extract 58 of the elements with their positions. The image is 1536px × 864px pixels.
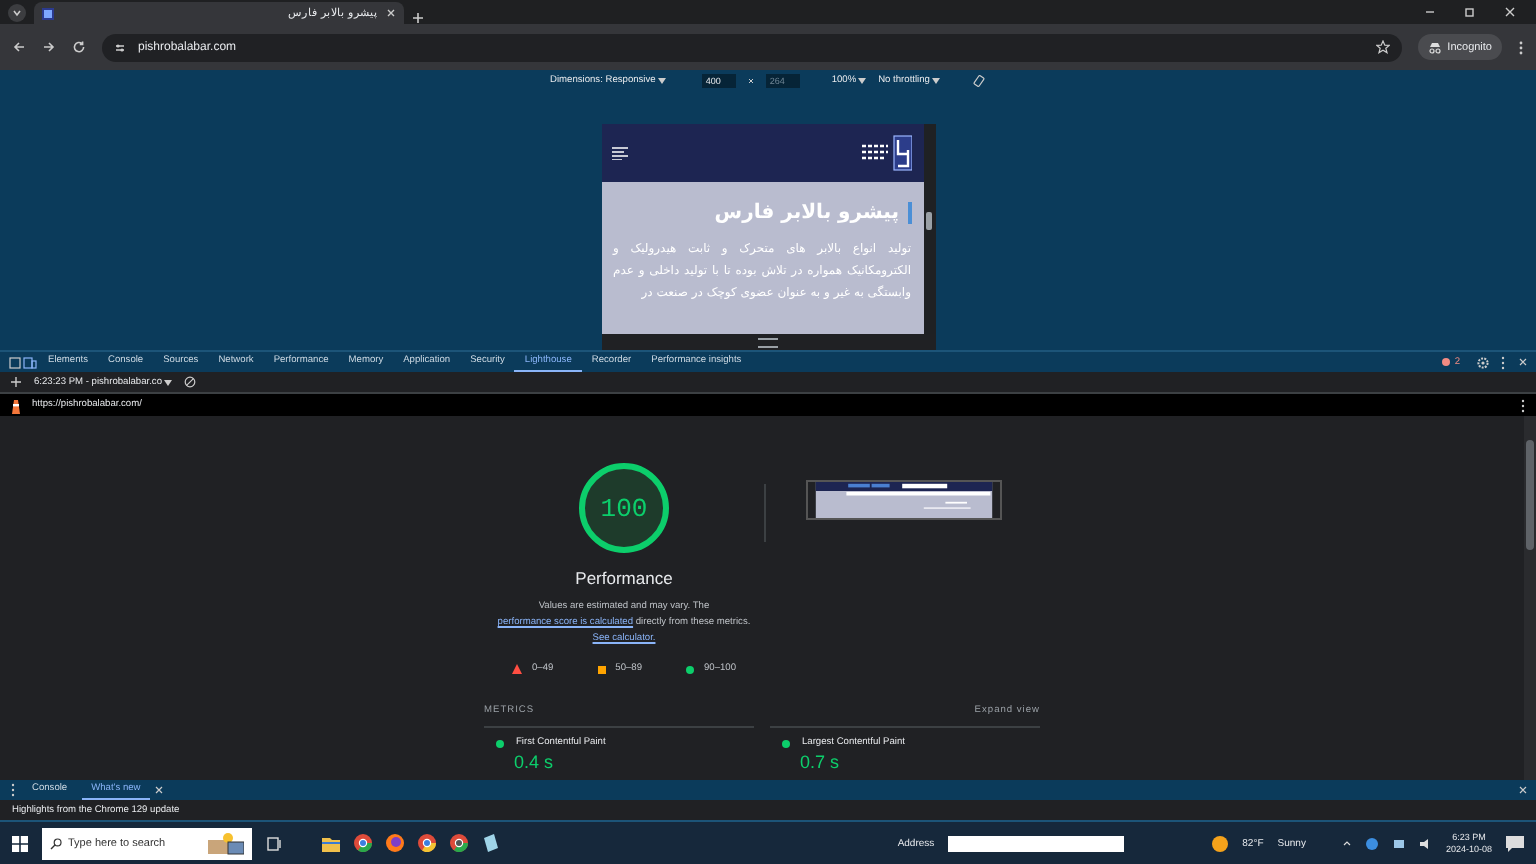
chevron-up-icon[interactable] xyxy=(1341,838,1352,848)
close-icon[interactable] xyxy=(1504,6,1516,18)
logo-drawing xyxy=(859,134,911,172)
browser-icon[interactable] xyxy=(450,834,468,852)
times-icon xyxy=(747,78,754,84)
clear-icon[interactable] xyxy=(184,376,196,388)
new-tab-icon[interactable] xyxy=(412,12,424,24)
star-icon[interactable] xyxy=(1375,40,1390,54)
folder-icon[interactable] xyxy=(322,835,340,851)
lighthouse-icon xyxy=(10,397,22,413)
task-view-icon[interactable] xyxy=(266,835,282,851)
forward-icon[interactable] xyxy=(42,40,56,54)
category-title: Performance xyxy=(575,568,673,588)
caret-icon xyxy=(657,78,666,84)
reload-icon[interactable] xyxy=(72,40,86,54)
scrollbar-thumb[interactable] xyxy=(1526,440,1534,550)
windows-icon[interactable] xyxy=(12,835,28,851)
caret-icon xyxy=(164,379,172,385)
error-icon xyxy=(1442,358,1451,366)
square-icon xyxy=(597,665,606,673)
minimize-icon[interactable] xyxy=(1424,6,1436,18)
site-info-icon[interactable] xyxy=(114,41,126,53)
caret-icon xyxy=(931,78,940,84)
sun-icon xyxy=(1212,835,1229,851)
browser-icon[interactable] xyxy=(418,834,436,852)
chevron-down-icon[interactable] xyxy=(12,7,22,17)
inspect-icon[interactable] xyxy=(8,352,22,374)
status-dot-icon xyxy=(782,739,790,747)
notification-icon[interactable] xyxy=(1506,835,1524,851)
caret-icon xyxy=(858,78,867,84)
favicon-icon xyxy=(42,7,54,19)
back-icon[interactable] xyxy=(12,40,26,54)
incognito-icon xyxy=(1427,41,1442,53)
circle-icon xyxy=(686,665,694,673)
resize-handle[interactable] xyxy=(758,337,778,347)
restore-icon[interactable] xyxy=(1464,6,1476,18)
tab-search-button[interactable] xyxy=(8,3,26,21)
browser-icon[interactable] xyxy=(354,834,372,852)
settings-icon[interactable] xyxy=(1476,352,1490,374)
hamburger-icon[interactable] xyxy=(611,146,627,160)
rotate-icon[interactable] xyxy=(971,74,986,88)
search-icon xyxy=(50,837,62,849)
page-heading: پیشرو بالابر فارس xyxy=(613,202,911,224)
scrollbar-thumb[interactable] xyxy=(926,212,932,230)
status-dot-icon xyxy=(496,739,504,747)
metric-value: 0.7 s xyxy=(798,754,842,772)
score-value: 100 xyxy=(600,493,648,523)
device-icon[interactable] xyxy=(22,352,38,374)
more-icon[interactable] xyxy=(8,780,18,800)
close-icon[interactable] xyxy=(386,8,396,18)
add-icon[interactable] xyxy=(10,376,22,388)
score-gauge xyxy=(576,460,672,556)
address-field[interactable] xyxy=(948,835,1125,851)
metric-value: 0.4 s xyxy=(512,754,556,772)
volume-icon[interactable] xyxy=(1419,837,1432,849)
menu-icon[interactable] xyxy=(1518,39,1524,55)
more-icon[interactable] xyxy=(1520,397,1526,413)
triangle-icon xyxy=(511,664,522,674)
